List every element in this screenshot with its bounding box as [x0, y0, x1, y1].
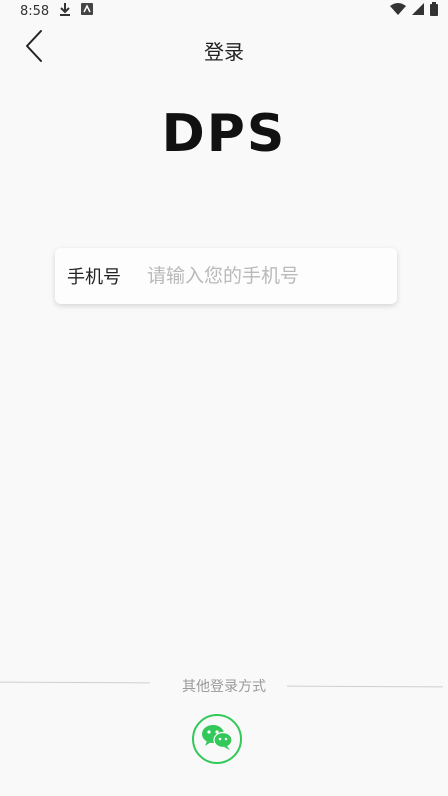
phone-input-card: 手机号 [55, 248, 397, 304]
page-title: 登录 [204, 40, 244, 64]
phone-label: 手机号 [67, 267, 121, 288]
app-notification-icon [81, 3, 94, 19]
battery-icon [430, 2, 438, 20]
wechat-icon [201, 723, 233, 755]
wechat-login-button[interactable] [192, 714, 242, 764]
wifi-icon [390, 3, 406, 19]
other-login-section: 其他登录方式 [0, 676, 448, 696]
status-left: 8:58 [20, 2, 94, 20]
header: 登录 [0, 22, 448, 78]
status-right [390, 2, 438, 20]
status-time: 8:58 [20, 3, 50, 19]
status-bar: 8:58 [0, 0, 448, 22]
app-logo: DPS [161, 104, 287, 164]
cellular-signal-icon [412, 3, 424, 19]
download-icon [59, 2, 71, 20]
phone-input[interactable] [145, 264, 389, 288]
